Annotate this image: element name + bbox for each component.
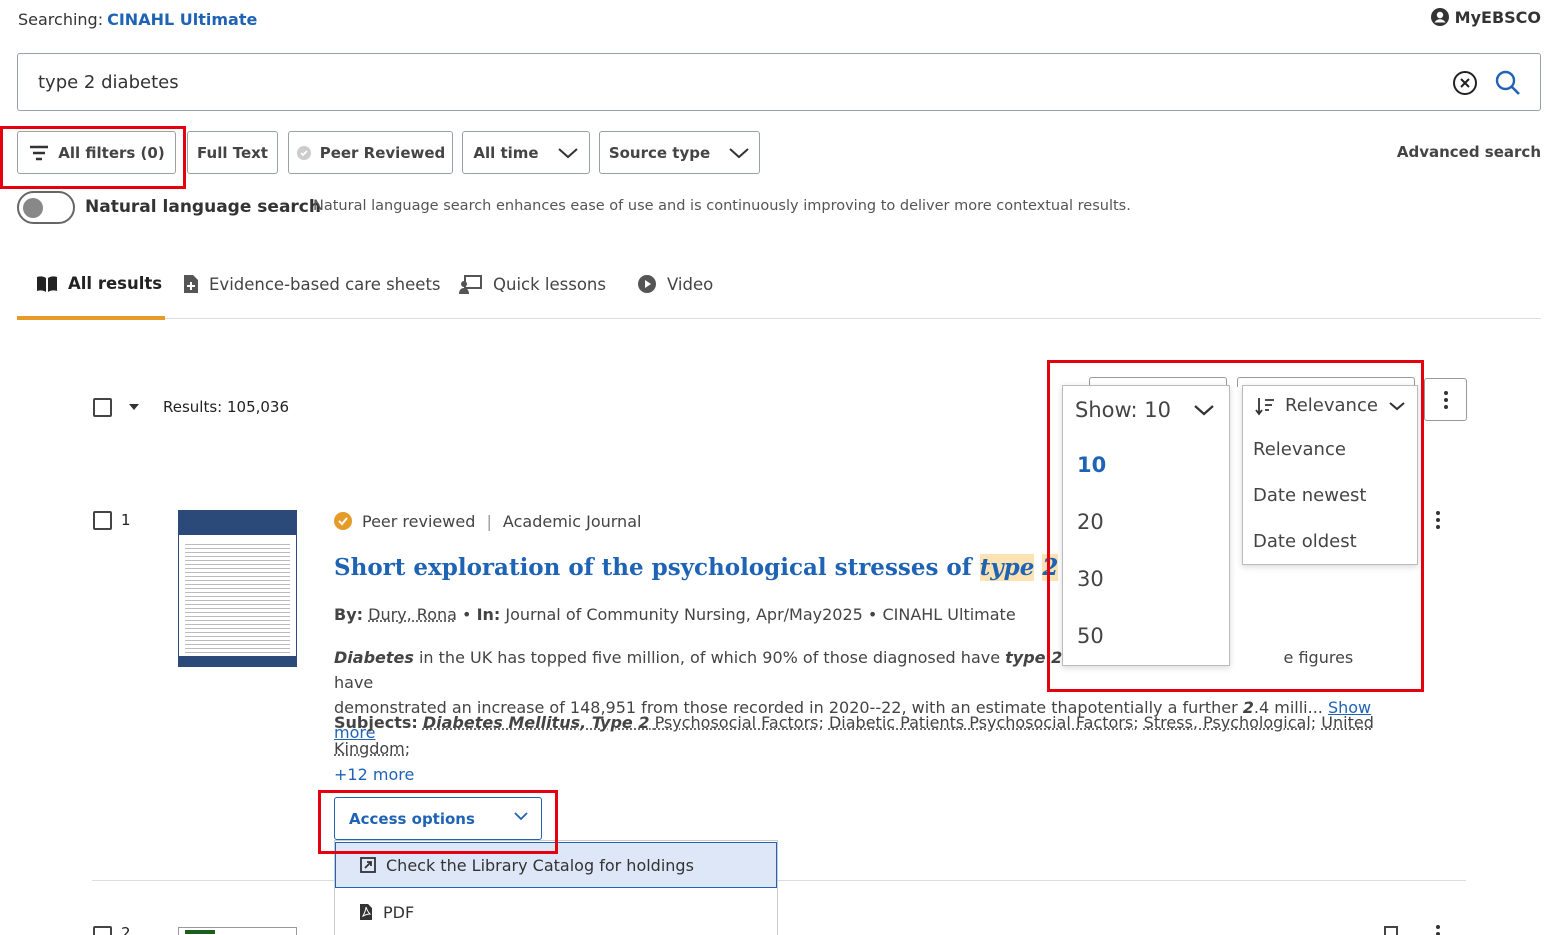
menu-item-label: PDF <box>383 903 414 922</box>
advanced-search-link[interactable]: Advanced search <box>1397 143 1541 161</box>
tab-all-results[interactable]: All results <box>36 274 162 293</box>
menu-item-pdf[interactable]: PDF <box>335 889 777 935</box>
tab-label: All results <box>68 274 162 293</box>
play-icon <box>637 274 657 294</box>
meta-separator: | <box>486 512 491 531</box>
menu-item-label: Check the Library Catalog for holdings <box>386 856 694 875</box>
searching-label: Searching: CINAHL Ultimate <box>18 10 257 29</box>
annotation-box-dropdowns <box>1047 360 1424 692</box>
results-count: Results: 105,036 <box>163 398 289 416</box>
bookmark-icon[interactable] <box>1384 926 1398 935</box>
toggle-knob <box>23 198 43 218</box>
natural-language-description: Natural language search enhances ease of… <box>313 198 1131 214</box>
myebsco-button[interactable]: MyEBSCO <box>1430 7 1541 27</box>
kebab-icon <box>1444 391 1448 409</box>
tab-video[interactable]: Video <box>637 274 713 294</box>
result-meta: Peer reviewed | Academic Journal <box>362 512 641 531</box>
subject-link[interactable]: Stress, Psychological <box>1144 713 1311 732</box>
source-type-label: Source type <box>609 144 710 162</box>
kebab-icon <box>1436 925 1440 935</box>
subjects-label: Subjects: <box>334 713 418 732</box>
result-byline: By: Dury, Rona • In: Journal of Communit… <box>334 605 1016 624</box>
pdf-icon <box>359 903 373 921</box>
all-time-dropdown[interactable]: All time <box>462 131 590 174</box>
journal-text: Journal of Community Nursing, Apr/May202… <box>505 605 862 624</box>
database-text: CINAHL Ultimate <box>882 605 1015 624</box>
full-text-label: Full Text <box>197 144 268 162</box>
tabs-divider <box>17 318 1541 319</box>
search-input[interactable]: type 2 diabetes <box>17 53 1541 111</box>
result-index: 2 <box>121 924 131 935</box>
select-all-checkbox[interactable] <box>93 398 112 417</box>
author-link[interactable]: Dury, Rona <box>368 605 457 624</box>
result-thumbnail[interactable] <box>178 510 297 667</box>
chevron-down-icon <box>557 146 579 160</box>
all-time-label: All time <box>473 144 538 162</box>
more-subjects-link[interactable]: +12 more <box>334 765 414 784</box>
result-subjects: Subjects: Diabetes Mellitus, Type 2 Psyc… <box>334 710 1394 788</box>
abstract-highlight: Diabetes <box>334 648 414 667</box>
tab-label: Evidence-based care sheets <box>209 275 441 294</box>
subject-link[interactable]: Diabetes Mellitus, Type 2 Psychosocial F… <box>423 713 819 732</box>
natural-language-label: Natural language search <box>85 197 321 217</box>
peer-reviewed-label: Peer Reviewed <box>320 144 446 162</box>
active-tab-indicator <box>17 316 165 320</box>
result-title-link[interactable]: Short exploration of the psychological s… <box>334 554 1106 581</box>
peer-reviewed-badge-icon <box>333 511 353 531</box>
in-label: In: <box>477 605 501 624</box>
thumbnail-header <box>179 511 296 535</box>
more-options-button[interactable] <box>1424 378 1467 421</box>
result-checkbox[interactable] <box>93 926 112 935</box>
subject-link[interactable]: Diabetic Patients Psychosocial Factors <box>829 713 1133 732</box>
access-options-menu: Check the Library Catalog for holdings P… <box>334 840 778 935</box>
database-link[interactable]: CINAHL Ultimate <box>107 10 257 29</box>
result-kebab-button[interactable] <box>1436 925 1440 935</box>
caret-down-icon[interactable] <box>128 403 140 411</box>
clear-icon[interactable] <box>1452 70 1478 96</box>
result-thumbnail[interactable] <box>178 927 297 935</box>
by-label: By: <box>334 605 363 624</box>
result-kebab-button[interactable] <box>1436 511 1440 529</box>
tab-care-sheets[interactable]: Evidence-based care sheets <box>183 274 441 294</box>
peer-reviewed-text: Peer reviewed <box>362 512 475 531</box>
subject-text: Psychosocial Factors <box>655 713 819 732</box>
tab-label: Quick lessons <box>493 275 606 294</box>
source-type-text: Academic Journal <box>503 512 642 531</box>
result-separator <box>92 880 1466 881</box>
annotation-box-filters <box>0 126 186 189</box>
kebab-icon <box>1436 511 1440 529</box>
abstract-text: in the UK has topped five million, of wh… <box>414 648 1005 667</box>
thumbnail-footer <box>179 656 296 666</box>
title-text: Short exploration of the psychological s… <box>334 554 980 581</box>
search-value: type 2 diabetes <box>38 72 179 93</box>
result-checkbox[interactable] <box>93 511 112 530</box>
byline-dot: • <box>868 605 877 624</box>
tab-quick-lessons[interactable]: Quick lessons <box>459 274 606 294</box>
full-text-button[interactable]: Full Text <box>187 131 278 174</box>
peer-reviewed-button[interactable]: Peer Reviewed <box>288 131 453 174</box>
myebsco-label: MyEBSCO <box>1455 8 1541 27</box>
searching-prefix: Searching: <box>18 10 103 29</box>
result-index: 1 <box>121 511 131 529</box>
title-highlight: type <box>980 554 1035 581</box>
byline-dot: • <box>462 605 471 624</box>
chevron-down-icon <box>728 146 750 160</box>
user-icon <box>1430 7 1450 27</box>
tab-label: Video <box>667 275 713 294</box>
external-link-icon <box>360 857 376 873</box>
thumbnail-text-lines <box>185 541 290 653</box>
thumbnail-band <box>185 930 215 934</box>
book-icon <box>36 275 58 293</box>
subject-highlight: Diabetes Mellitus, Type 2 <box>423 713 650 732</box>
presentation-icon <box>459 274 483 294</box>
document-plus-icon <box>183 274 199 294</box>
peer-reviewed-icon <box>296 145 312 161</box>
annotation-box-access <box>318 790 558 854</box>
natural-language-toggle[interactable] <box>17 191 75 224</box>
search-icon[interactable] <box>1494 69 1522 97</box>
source-type-dropdown[interactable]: Source type <box>599 131 760 174</box>
